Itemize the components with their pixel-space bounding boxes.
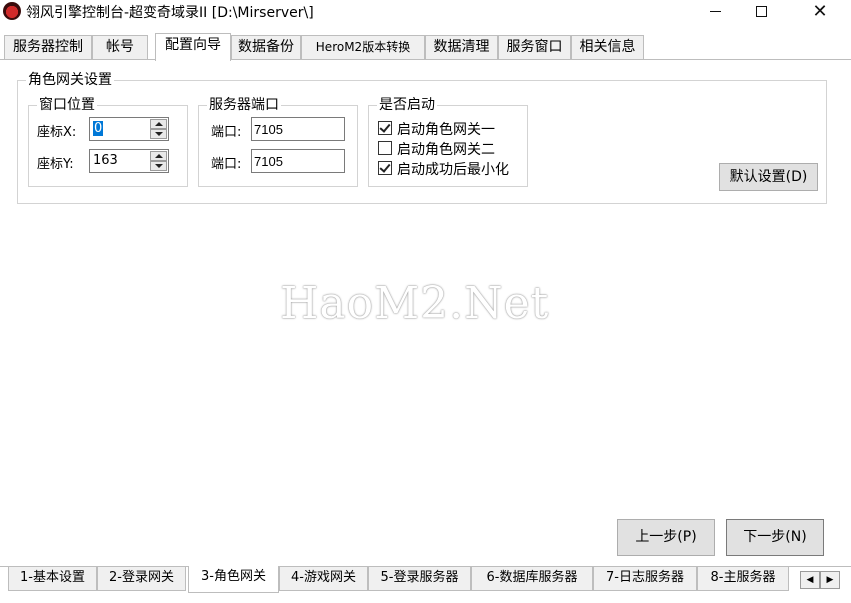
tab-server-control[interactable]: 服务器控制 (4, 35, 92, 60)
maximize-icon (755, 5, 767, 17)
port2-label: 端口: (211, 157, 242, 172)
prev-step-button[interactable]: 上一步(P) (617, 519, 715, 556)
start-gateway2-label[interactable]: 启动角色网关二 (397, 139, 495, 159)
tab-database-server[interactable]: 6-数据库服务器 (471, 567, 593, 591)
coord-y-value[interactable]: 163 (93, 153, 118, 168)
tab-game-gateway[interactable]: 4-游戏网关 (279, 567, 368, 591)
start-gateway1-checkbox[interactable] (378, 121, 392, 135)
watermark: HaoM2.Net (280, 278, 550, 329)
coord-x-value[interactable]: 0 (93, 121, 104, 136)
arrow-up-icon (155, 154, 163, 158)
port1-input[interactable] (251, 117, 345, 141)
role-gateway-group: 角色网关设置 窗口位置 座标X: 0 座标Y: 163 服务器端口 端口: 71… (17, 72, 827, 204)
spin-down-button[interactable] (150, 161, 167, 171)
next-step-button[interactable]: 下一步(N) (726, 519, 824, 556)
config-page: 角色网关设置 窗口位置 座标X: 0 座标Y: 163 服务器端口 端口: 71… (3, 60, 839, 565)
tab-service-window[interactable]: 服务窗口 (498, 35, 571, 60)
window-position-title: 窗口位置 (37, 97, 97, 113)
maximize-button[interactable] (738, 0, 784, 22)
arrow-up-icon (155, 122, 163, 126)
role-gateway-title: 角色网关设置 (26, 72, 114, 88)
start-gateway2-checkbox[interactable] (378, 141, 392, 155)
spin-up-button[interactable] (150, 119, 167, 129)
spin-up-button[interactable] (150, 151, 167, 161)
minimize-after-start-label[interactable]: 启动成功后最小化 (397, 159, 509, 179)
tab-account[interactable]: 帐号 (92, 35, 148, 60)
startup-group: 是否启动 启动角色网关一 启动角色网关二 启动成功后最小化 (368, 97, 528, 187)
arrow-down-icon (155, 164, 163, 168)
tab-basic-settings[interactable]: 1-基本设置 (8, 567, 97, 591)
tab-main-server[interactable]: 8-主服务器 (697, 567, 789, 591)
coord-x-arrows (150, 119, 167, 139)
coord-y-label: 座标Y: (37, 157, 74, 172)
tab-login-gateway[interactable]: 2-登录网关 (97, 567, 186, 591)
start-gateway1-label[interactable]: 启动角色网关一 (397, 119, 495, 139)
startup-title: 是否启动 (377, 97, 437, 113)
tab-log-server[interactable]: 7-日志服务器 (593, 567, 697, 591)
scroll-right-icon[interactable]: ▶ (820, 571, 840, 589)
close-icon: ✕ (812, 0, 828, 22)
app-logo-icon (3, 2, 21, 20)
top-tab-bar: 服务器控制 帐号 配置向导 数据备份 HeroM2版本转换 数据清理 服务窗口 … (0, 33, 851, 61)
coord-y-spinner[interactable]: 163 (89, 149, 169, 173)
coord-x-spinner[interactable]: 0 (89, 117, 169, 141)
server-port-title: 服务器端口 (207, 97, 281, 113)
scroll-left-icon[interactable]: ◀ (800, 571, 820, 589)
tab-scroll-arrows: ◀ ▶ (800, 571, 840, 589)
tab-data-backup[interactable]: 数据备份 (231, 35, 301, 60)
default-settings-button[interactable]: 默认设置(D) (719, 163, 818, 191)
tab-related-info[interactable]: 相关信息 (571, 35, 644, 60)
minimize-after-start-checkbox[interactable] (378, 161, 392, 175)
title-bar: 翎风引擎控制台-超变奇域录II [D:\Mirserver\] ✕ (0, 0, 851, 22)
arrow-down-icon (155, 132, 163, 136)
tab-herom2-convert[interactable]: HeroM2版本转换 (301, 35, 425, 60)
minimize-button[interactable] (692, 0, 738, 22)
tab-data-cleanup[interactable]: 数据清理 (425, 35, 498, 60)
window-position-group: 窗口位置 座标X: 0 座标Y: 163 (28, 97, 188, 187)
coord-x-label: 座标X: (37, 125, 77, 140)
server-port-group: 服务器端口 端口: 端口: (198, 97, 358, 187)
minimize-icon (709, 10, 721, 12)
port1-label: 端口: (211, 125, 242, 140)
tab-role-gateway[interactable]: 3-角色网关 (188, 566, 279, 593)
spin-down-button[interactable] (150, 129, 167, 139)
close-button[interactable]: ✕ (797, 0, 843, 22)
coord-y-arrows (150, 151, 167, 171)
tab-login-server[interactable]: 5-登录服务器 (368, 567, 471, 591)
tab-config-wizard[interactable]: 配置向导 (155, 33, 231, 61)
window-title: 翎风引擎控制台-超变奇域录II [D:\Mirserver\] (26, 5, 314, 21)
port2-input[interactable] (251, 149, 345, 173)
